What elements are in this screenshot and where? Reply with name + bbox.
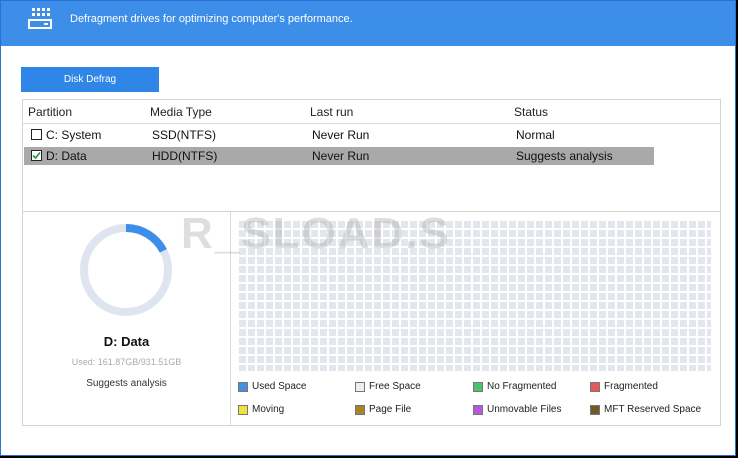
watermark: R_SLOAD.S [181,209,451,258]
legend-swatch [355,382,365,392]
table-header: Partition Media Type Last run Status [23,100,720,124]
status-cell: Normal [516,128,555,142]
table-row[interactable]: C: System SSD(NTFS) Never Run Normal [24,126,654,144]
legend-swatch [473,382,483,392]
used-space-text: Used: 161.87GB/931.51GB [71,357,182,367]
partition-cell: C: System [46,128,102,142]
last-run-cell: Never Run [312,128,370,142]
legend-item: No Fragmented [473,381,557,392]
last-run-cell: Never Run [312,149,370,163]
col-partition[interactable]: Partition [28,105,72,119]
legend-label: Used Space [252,381,307,392]
partition-cell: D: Data [46,149,87,163]
legend-item: MFT Reserved Space [590,404,702,415]
legend-label: Page File [369,404,412,415]
status-cell: Suggests analysis [516,149,613,163]
legend-item: Page File [355,404,412,415]
row-checkbox[interactable] [31,129,42,140]
legend-swatch [473,405,483,415]
legend-label: MFT Reserved Space [604,404,702,415]
legend-label: Unmovable Files [487,404,562,415]
disk-defrag-button[interactable]: Disk Defrag [21,67,159,92]
checkmark-icon [32,151,41,160]
usage-ring [80,224,172,316]
legend-item: Free Space [355,381,421,392]
defrag-window: Defragment drives for optimizing compute… [0,0,736,456]
partition-table: Partition Media Type Last run Status C: … [22,99,721,212]
legend-swatch [238,382,248,392]
legend-item: Moving [238,404,285,415]
defrag-icon [28,8,52,29]
col-media-type[interactable]: Media Type [150,105,212,119]
table-row[interactable]: D: Data HDD(NTFS) Never Run Suggests ana… [24,147,654,165]
row-checkbox[interactable] [31,150,42,161]
media-cell: HDD(NTFS) [152,149,218,163]
col-last-run[interactable]: Last run [310,105,353,119]
legend-label: Moving [252,404,285,415]
header-banner: Defragment drives for optimizing compute… [1,1,735,46]
drive-name: D: Data [103,334,150,349]
drive-status: Suggests analysis [86,378,167,389]
legend-swatch [355,405,365,415]
legend-label: Fragmented [604,381,658,392]
header-title: Defragment drives for optimizing compute… [70,13,353,25]
media-cell: SSD(NTFS) [152,128,216,142]
legend-swatch [590,382,600,392]
legend-swatch [590,405,600,415]
legend-swatch [238,405,248,415]
legend-label: Free Space [369,381,421,392]
legend-item: Fragmented [590,381,658,392]
col-status[interactable]: Status [514,105,548,119]
legend-item: Unmovable Files [473,404,562,415]
legend-item: Used Space [238,381,307,392]
legend-label: No Fragmented [487,381,557,392]
